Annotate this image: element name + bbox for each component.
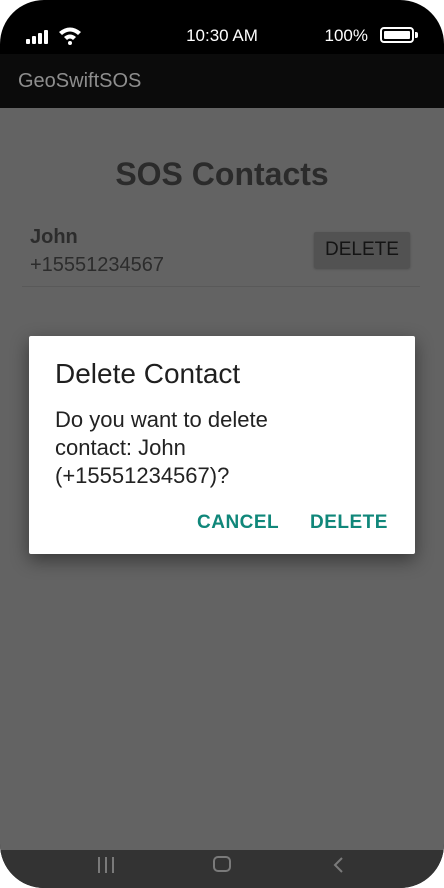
recent-apps-icon[interactable] xyxy=(98,857,116,873)
dialog-title: Delete Contact xyxy=(55,358,241,389)
page-title: SOS Contacts xyxy=(115,156,329,192)
contact-list-item: John +15551234567 DELETE xyxy=(22,216,420,287)
delete-contact-button[interactable]: DELETE xyxy=(314,232,410,268)
confirm-delete-button[interactable]: DELETE xyxy=(310,512,388,534)
status-time: 10:30 AM xyxy=(186,26,258,45)
app-title: GeoSwiftSOS xyxy=(18,70,142,92)
app-bar: GeoSwiftSOS xyxy=(0,54,444,108)
contact-phone: +15551234567 xyxy=(30,254,165,276)
delete-contact-dialog: Delete Contact Do you want to delete con… xyxy=(29,336,415,554)
cancel-button[interactable]: CANCEL xyxy=(197,512,279,534)
phone-frame: 10:30 AM 100% GeoSwiftSOS SOS Contacts J… xyxy=(0,0,444,888)
back-icon[interactable] xyxy=(329,855,347,875)
dialog-message: Do you want to delete contact: John (+15… xyxy=(55,407,268,488)
battery-percentage: 100% xyxy=(324,26,368,45)
contact-name: John xyxy=(30,226,78,248)
status-bar: 10:30 AM 100% xyxy=(0,18,444,54)
navigation-bar xyxy=(0,850,444,888)
battery-icon xyxy=(380,27,418,43)
home-icon[interactable] xyxy=(213,856,231,872)
